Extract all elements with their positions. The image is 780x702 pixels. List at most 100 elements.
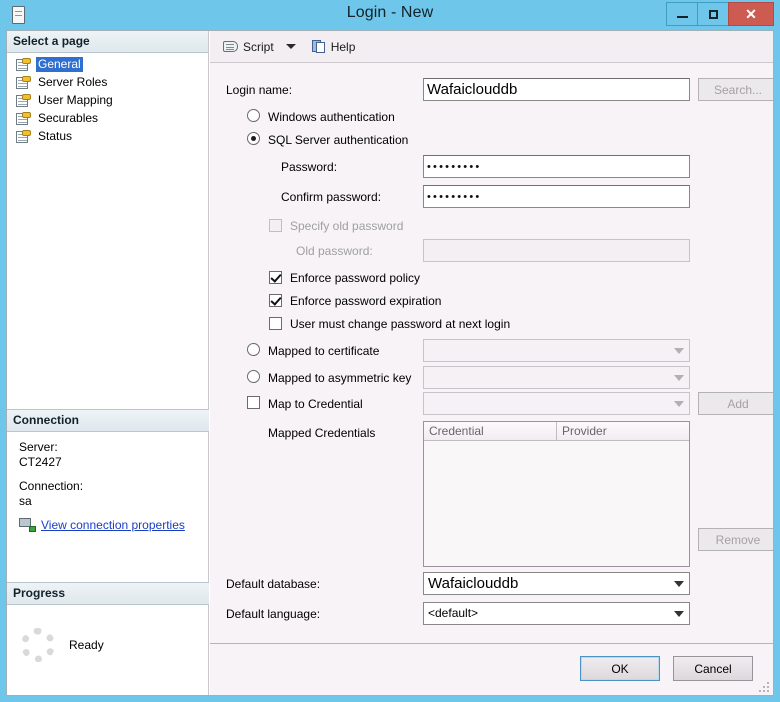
page-key-icon xyxy=(15,111,31,126)
chevron-down-icon xyxy=(285,44,296,49)
default-database-label: Default database: xyxy=(226,577,321,591)
title-bar[interactable]: Login - New ✕ xyxy=(6,0,774,30)
sidebar-item-general[interactable]: General xyxy=(15,56,208,73)
grid-column-provider[interactable]: Provider xyxy=(557,422,689,440)
help-label: Help xyxy=(330,39,356,54)
left-pane: Select a page General Server Roles User … xyxy=(7,31,209,695)
connection-header: Connection xyxy=(7,409,209,432)
connection-properties-icon xyxy=(19,518,36,532)
minimize-button[interactable] xyxy=(666,2,697,26)
password-input[interactable]: ••••••••• xyxy=(423,155,690,178)
maximize-button[interactable] xyxy=(697,2,728,26)
password-label: Password: xyxy=(281,160,338,174)
windows-auth-row[interactable]: Windows authentication xyxy=(226,105,761,128)
connection-value: sa xyxy=(19,494,32,508)
mapped-certificate-label: Mapped to certificate xyxy=(268,344,380,358)
help-icon xyxy=(311,39,327,54)
sql-auth-row[interactable]: SQL Server authentication xyxy=(226,128,761,154)
page-list: General Server Roles User Mapping Secura… xyxy=(7,53,208,145)
add-credential-button: Add xyxy=(698,392,773,415)
windows-auth-radio[interactable] xyxy=(247,109,260,122)
specify-old-password-checkbox xyxy=(269,219,282,232)
specify-old-password-row: Specify old password xyxy=(226,215,761,239)
sidebar-item-securables[interactable]: Securables xyxy=(15,110,208,127)
general-page-form: Login name: Wafaiclouddb Search... Windo… xyxy=(210,64,773,643)
close-button[interactable]: ✕ xyxy=(728,2,774,26)
script-button[interactable]: Script xyxy=(220,38,277,56)
old-password-label: Old password: xyxy=(296,244,373,258)
remove-credential-button: Remove xyxy=(698,528,773,551)
minimize-icon xyxy=(676,16,688,18)
default-database-row: Default database: Wafaiclouddb xyxy=(226,571,761,602)
server-value: CT2427 xyxy=(19,455,62,469)
mapped-credentials-grid[interactable]: Credential Provider xyxy=(423,421,690,567)
enforce-expiration-checkbox[interactable] xyxy=(269,294,282,307)
select-a-page-header: Select a page xyxy=(7,31,208,53)
default-language-label: Default language: xyxy=(226,607,321,621)
mapped-certificate-row[interactable]: Mapped to certificate xyxy=(226,339,761,366)
old-password-row: Old password: xyxy=(226,239,761,267)
mapped-certificate-combo xyxy=(423,339,690,362)
page-key-icon xyxy=(15,57,31,72)
sidebar-item-user-mapping[interactable]: User Mapping xyxy=(15,92,208,109)
server-label: Server: xyxy=(19,440,58,454)
ok-button[interactable]: OK xyxy=(580,656,660,681)
default-language-row: Default language: <default> xyxy=(226,602,761,632)
grid-column-credential[interactable]: Credential xyxy=(424,422,557,440)
mapped-asymmetric-radio[interactable] xyxy=(247,370,260,383)
cancel-button[interactable]: Cancel xyxy=(673,656,753,681)
specify-old-password-label: Specify old password xyxy=(290,219,404,233)
enforce-policy-checkbox[interactable] xyxy=(269,271,282,284)
map-credential-row[interactable]: Map to Credential Add xyxy=(226,392,773,421)
sql-auth-label: SQL Server authentication xyxy=(268,133,409,147)
search-button[interactable]: Search... xyxy=(698,78,773,101)
progress-spinner-icon xyxy=(21,628,55,662)
dialog-client-area: Select a page General Server Roles User … xyxy=(6,30,774,696)
dialog-toolbar: Script Help xyxy=(210,31,773,63)
sidebar-item-label: Server Roles xyxy=(38,75,108,89)
mapped-asymmetric-combo xyxy=(423,366,690,389)
enforce-policy-row[interactable]: Enforce password policy xyxy=(226,267,761,290)
right-pane: Script Help Login name: Wafaiclouddb Sea… xyxy=(210,31,773,695)
close-icon: ✕ xyxy=(745,6,757,22)
mapped-credentials-row: Mapped Credentials Credential Provider R… xyxy=(226,421,773,571)
view-connection-properties-row[interactable]: View connection properties xyxy=(19,518,209,532)
password-row: Password: ••••••••• xyxy=(226,154,761,185)
window-controls: ✕ xyxy=(666,2,774,26)
view-connection-properties-link[interactable]: View connection properties xyxy=(41,518,185,532)
must-change-password-row[interactable]: User must change password at next login xyxy=(226,313,761,339)
script-icon xyxy=(223,40,239,54)
connection-info: Server: CT2427 Connection: sa View conne… xyxy=(7,432,209,538)
map-credential-label: Map to Credential xyxy=(268,397,363,411)
old-password-input xyxy=(423,239,690,262)
confirm-password-input[interactable]: ••••••••• xyxy=(423,185,690,208)
mapped-asymmetric-label: Mapped to asymmetric key xyxy=(268,371,412,385)
grid-header-row: Credential Provider xyxy=(424,422,689,441)
sidebar-item-label: General xyxy=(36,57,83,72)
sidebar-item-label: User Mapping xyxy=(38,93,113,107)
script-label: Script xyxy=(243,39,274,54)
mapped-certificate-radio[interactable] xyxy=(247,343,260,356)
must-change-password-label: User must change password at next login xyxy=(290,317,511,331)
sidebar-item-status[interactable]: Status xyxy=(15,128,208,145)
sql-auth-radio[interactable] xyxy=(247,132,260,145)
sidebar-item-server-roles[interactable]: Server Roles xyxy=(15,74,208,91)
enforce-policy-label: Enforce password policy xyxy=(290,271,421,285)
resize-grip[interactable] xyxy=(759,682,771,694)
sidebar-item-label: Status xyxy=(38,129,73,143)
confirm-password-row: Confirm password: ••••••••• xyxy=(226,185,761,215)
mapped-credentials-label: Mapped Credentials xyxy=(268,426,376,440)
help-button[interactable]: Help xyxy=(309,38,359,56)
script-dropdown-button[interactable] xyxy=(283,42,299,51)
must-change-password-checkbox[interactable] xyxy=(269,317,282,330)
progress-status: Ready xyxy=(69,638,104,652)
connection-label: Connection: xyxy=(19,479,84,493)
default-database-combo[interactable]: Wafaiclouddb xyxy=(423,572,690,595)
default-language-combo[interactable]: <default> xyxy=(423,602,690,625)
login-name-label: Login name: xyxy=(226,83,293,97)
login-name-input[interactable]: Wafaiclouddb xyxy=(423,78,690,101)
progress-body: Ready xyxy=(7,605,209,675)
mapped-asymmetric-row[interactable]: Mapped to asymmetric key xyxy=(226,366,761,392)
map-credential-checkbox[interactable] xyxy=(247,396,260,409)
enforce-expiration-row[interactable]: Enforce password expiration xyxy=(226,290,761,313)
